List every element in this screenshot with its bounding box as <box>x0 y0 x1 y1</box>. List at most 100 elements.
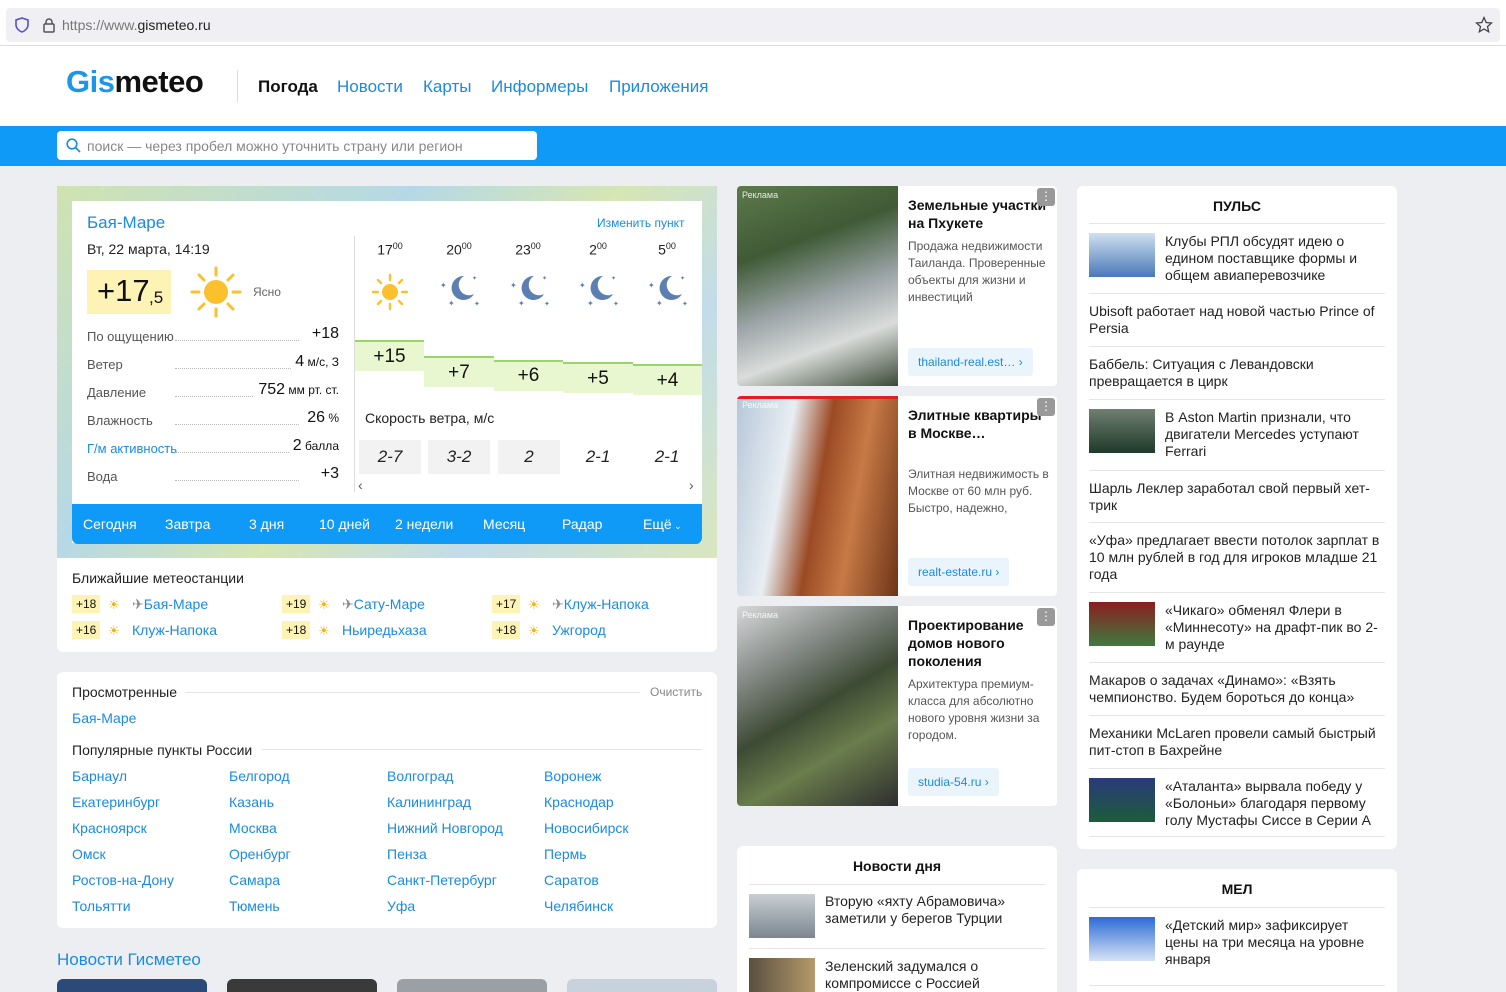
pulse-news-item[interactable]: «Аталанта» вырвала победу у «Болоньи» бл… <box>1165 778 1387 829</box>
mel-news-item[interactable]: «Детский мир» зафиксирует цены на три ме… <box>1165 917 1385 968</box>
clear-history-button[interactable]: Очистить <box>650 685 702 699</box>
search-box[interactable] <box>57 131 537 160</box>
popular-city-link[interactable]: Тольятти <box>72 898 131 914</box>
gismeteo-news-title[interactable]: Новости Гисметео <box>57 950 201 970</box>
ad-menu-icon[interactable]: ⋮ <box>1037 188 1055 206</box>
news-thumbnail[interactable] <box>397 979 547 992</box>
station-item[interactable]: +17 ☀ ✈Клуж-Напока <box>492 595 692 615</box>
popular-city-link[interactable]: Краснодар <box>544 794 614 810</box>
ad-link-button[interactable]: thailand-real.est… › <box>908 348 1033 376</box>
popular-city-link[interactable]: Калининград <box>387 794 471 810</box>
ad-block[interactable]: Реклама Земельные участки на Пхукете Про… <box>737 186 1057 386</box>
news-thumbnail[interactable] <box>227 979 377 992</box>
station-item[interactable]: +18 ☀ ✈Бая-Маре <box>72 595 272 615</box>
param-unit: % <box>324 411 339 425</box>
popular-city-link[interactable]: Белгород <box>229 768 290 784</box>
popular-city-link[interactable]: Самара <box>229 872 280 888</box>
popular-city-link[interactable]: Челябинск <box>544 898 613 914</box>
ad-headline[interactable]: Проектирование домов нового поколения <box>908 616 1050 670</box>
popular-city-link[interactable]: Ростов-на-Дону <box>72 872 174 888</box>
ad-menu-icon[interactable]: ⋮ <box>1037 608 1055 626</box>
pulse-news-item[interactable]: В Aston Martin признали, что двигатели M… <box>1165 409 1387 460</box>
news-thumbnail[interactable] <box>57 979 207 992</box>
popular-city-link[interactable]: Москва <box>229 820 277 836</box>
pulse-news-item[interactable]: Механики McLaren провели самый быстрый п… <box>1089 725 1385 759</box>
ad-image[interactable] <box>737 186 898 386</box>
popular-city-link[interactable]: Красноярск <box>72 820 147 836</box>
scroll-left-icon[interactable]: ‹ <box>358 477 363 493</box>
news-thumbnail[interactable] <box>749 894 815 938</box>
news-thumbnail[interactable] <box>1089 917 1155 961</box>
popular-city-link[interactable]: Пермь <box>544 846 587 862</box>
tab-radar[interactable]: Радар <box>562 516 602 532</box>
ad-block[interactable]: Реклама Проектирование домов нового поко… <box>737 606 1057 806</box>
popular-city-link[interactable]: Уфа <box>387 898 415 914</box>
tab-2-weeks[interactable]: 2 недели <box>395 516 453 532</box>
star-bookmark-icon[interactable] <box>1475 16 1493 34</box>
gismeteo-logo[interactable]: Gismeteo <box>66 64 204 100</box>
search-input[interactable] <box>87 131 527 160</box>
popular-city-link[interactable]: Новосибирск <box>544 820 629 836</box>
tab-more[interactable]: Ещё ⌄ <box>643 516 682 532</box>
popular-city-link[interactable]: Пенза <box>387 846 427 862</box>
nav-weather[interactable]: Погода <box>258 77 318 97</box>
popular-city-link[interactable]: Воронеж <box>544 768 601 784</box>
news-thumbnail[interactable] <box>1089 409 1155 453</box>
popular-city-link[interactable]: Омск <box>72 846 106 862</box>
address-bar[interactable] <box>6 8 1500 42</box>
popular-city-link[interactable]: Волгоград <box>387 768 453 784</box>
param-label-link[interactable]: Г/м активность <box>87 441 177 456</box>
news-item[interactable]: Зеленский задумался о компромиссе с Росс… <box>825 958 1047 992</box>
ad-headline[interactable]: Элитные квартиры в Москве… <box>908 406 1050 442</box>
pulse-news-item[interactable]: Ubisoft работает над новой частью Prince… <box>1089 303 1385 337</box>
popular-city-link[interactable]: Екатеринбург <box>72 794 160 810</box>
ad-image[interactable] <box>737 606 898 806</box>
pulse-news-item[interactable]: Макаров о задачах «Динамо»: «Взять чемпи… <box>1089 672 1385 706</box>
change-location-link[interactable]: Изменить пункт <box>597 216 684 230</box>
pulse-news-item[interactable]: «Уфа» предлагает ввести потолок зарплат … <box>1089 532 1385 583</box>
city-name[interactable]: Бая-Маре <box>87 213 165 233</box>
popular-city-link[interactable]: Санкт-Петербург <box>387 872 497 888</box>
news-item[interactable]: Вторую «яхту Абрамовича» заметили у бере… <box>825 893 1047 927</box>
tab-3-days[interactable]: 3 дня <box>249 516 284 532</box>
url-text[interactable]: https://www.gismeteo.ru <box>62 17 211 33</box>
lock-icon[interactable] <box>42 17 56 33</box>
scroll-right-icon[interactable]: › <box>689 477 694 493</box>
pulse-news-item[interactable]: Клубы РПЛ обсудят идею о едином поставщи… <box>1165 233 1387 284</box>
news-thumbnail[interactable] <box>1089 233 1155 277</box>
station-item[interactable]: +18 ☀ Ужгород <box>492 621 692 641</box>
tab-tomorrow[interactable]: Завтра <box>165 516 210 532</box>
param-geomagnetic[interactable]: Г/м активность 2 балла <box>87 437 339 459</box>
ad-link-button[interactable]: studia-54.ru › <box>908 768 999 796</box>
station-item[interactable]: +18 ☀ Ньиредьхаза <box>282 621 482 641</box>
pulse-news-item[interactable]: «Чикаго» обменял Флери в «Миннесоту» на … <box>1165 602 1387 653</box>
ad-headline[interactable]: Земельные участки на Пхукете <box>908 196 1050 232</box>
news-thumbnail[interactable] <box>1089 602 1155 646</box>
tab-10-days[interactable]: 10 дней <box>319 516 370 532</box>
nav-news[interactable]: Новости <box>337 77 403 97</box>
station-item[interactable]: +19 ☀ ✈Сату-Маре <box>282 595 482 615</box>
tab-month[interactable]: Месяц <box>483 516 525 532</box>
ad-link-button[interactable]: realt-estate.ru › <box>908 558 1010 586</box>
tab-today[interactable]: Сегодня <box>83 516 137 532</box>
popular-city-link[interactable]: Тюмень <box>229 898 280 914</box>
ad-menu-icon[interactable]: ⋮ <box>1037 398 1055 416</box>
nav-apps[interactable]: Приложения <box>609 77 708 97</box>
news-thumbnail[interactable] <box>567 979 717 992</box>
station-item[interactable]: +16 ☀ Клуж-Напока <box>72 621 272 641</box>
nav-informers[interactable]: Информеры <box>491 77 588 97</box>
popular-city-link[interactable]: Барнаул <box>72 768 127 784</box>
popular-city-link[interactable]: Саратов <box>544 872 599 888</box>
news-thumbnail[interactable] <box>749 958 815 992</box>
news-thumbnail[interactable] <box>1089 778 1155 822</box>
pulse-news-item[interactable]: Шарль Леклер заработал свой первый хет-т… <box>1089 480 1385 514</box>
popular-city-link[interactable]: Нижний Новгород <box>387 820 503 836</box>
popular-city-link[interactable]: Казань <box>229 794 274 810</box>
popular-city-link[interactable]: Оренбург <box>229 846 291 862</box>
pulse-news-item[interactable]: Баббель: Ситуация с Левандовски превраща… <box>1089 356 1385 390</box>
shield-icon[interactable] <box>14 17 30 33</box>
viewed-city-link[interactable]: Бая-Маре <box>72 710 136 726</box>
ad-image[interactable] <box>737 396 898 596</box>
ad-block[interactable]: Реклама Элитные квартиры в Москве… Элитн… <box>737 396 1057 596</box>
nav-maps[interactable]: Карты <box>423 77 471 97</box>
